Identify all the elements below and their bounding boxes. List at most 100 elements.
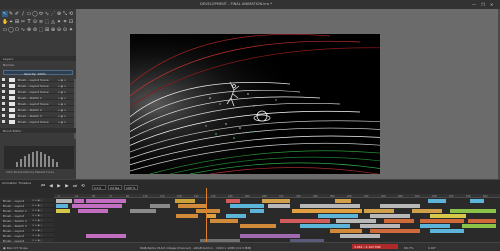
- keyframe-block[interactable]: [72, 203, 122, 208]
- keyframe-block[interactable]: [250, 208, 264, 213]
- keyframe-block[interactable]: [268, 203, 290, 208]
- visibility-icon[interactable]: [2, 90, 5, 93]
- visibility-icon[interactable]: [2, 96, 5, 99]
- keyframe-block[interactable]: [240, 223, 276, 228]
- timeline-row-icons[interactable]: ⊙ ⌂ ◉ ◇: [32, 214, 43, 217]
- visibility-icon[interactable]: [2, 120, 5, 123]
- prev-frame-icon[interactable]: ◀: [48, 184, 54, 190]
- status-zoom[interactable]: 66.7%: [404, 246, 414, 250]
- first-frame-icon[interactable]: ⏮: [40, 184, 46, 190]
- layer-row[interactable]: Brush... Layout Scene ⌂ ◉ α: [0, 77, 76, 82]
- timeline-row-icons[interactable]: ⊙ ⌂ ◉ ◇: [32, 229, 43, 232]
- keyframe-block[interactable]: [370, 213, 410, 218]
- timeline-row-icons[interactable]: ⊙ ⌂ ◉ ◇: [32, 234, 43, 237]
- layer-row[interactable]: Brush... Layout Scene ⌂ ◉ α: [0, 119, 76, 124]
- keyframe-block[interactable]: [412, 208, 442, 213]
- keyframe-block[interactable]: [175, 198, 195, 203]
- next-frame-icon[interactable]: ▶: [64, 184, 70, 190]
- layer-row[interactable]: Brush... Layout Scene ⌂ ◉ α: [0, 101, 76, 106]
- blend-mode-row[interactable]: Normal: [0, 62, 76, 67]
- keyframe-block[interactable]: [56, 198, 72, 203]
- keyframe-block[interactable]: [56, 208, 70, 213]
- timeline-row-icons[interactable]: ⊙ ⌂ ◉ ◇: [32, 224, 43, 227]
- keyframe-block[interactable]: [176, 213, 198, 218]
- last-frame-icon[interactable]: ⏭: [72, 184, 78, 190]
- timeline-row-icons[interactable]: ⊙ ⌂ ◉ ◇: [32, 199, 43, 202]
- keyframe-block[interactable]: [300, 203, 360, 208]
- layer-flags-icon[interactable]: ⌂ ◉ α: [58, 114, 66, 118]
- keyframe-block[interactable]: [384, 218, 414, 223]
- keyframe-block[interactable]: [450, 208, 496, 213]
- keyframe-block[interactable]: [462, 223, 496, 228]
- artwork-canvas[interactable]: [130, 34, 380, 174]
- keyframe-block[interactable]: [130, 208, 156, 213]
- keyframe-block[interactable]: [380, 203, 420, 208]
- keyframe-block[interactable]: [330, 228, 362, 233]
- close-button[interactable]: ✕: [490, 2, 493, 7]
- layer-row[interactable]: Brush... Layout Scene ⌂ ◉ α: [0, 89, 76, 94]
- keyframe-block[interactable]: [86, 233, 126, 238]
- keyframe-block[interactable]: [335, 198, 351, 203]
- keyframe-block[interactable]: [226, 213, 246, 218]
- layer-row[interactable]: Brush... Layout Scene ⌂ ◉ α: [0, 83, 76, 88]
- keyframe-block[interactable]: [470, 198, 484, 203]
- visibility-icon[interactable]: [2, 114, 5, 117]
- timeline-row-icons[interactable]: ⊙ ⌂ ◉ ◇: [32, 209, 43, 212]
- keyframe-block[interactable]: [420, 218, 464, 223]
- layer-flags-icon[interactable]: ⌂ ◉ α: [58, 102, 66, 106]
- keyframe-block[interactable]: [370, 228, 420, 233]
- keyframe-block[interactable]: [420, 223, 450, 228]
- keyframe-block[interactable]: [178, 203, 206, 208]
- keyframe-block[interactable]: [430, 213, 466, 218]
- keyframe-block[interactable]: [56, 203, 68, 208]
- frame-field[interactable]: 1:14: [92, 184, 106, 190]
- keyframe-block[interactable]: [300, 223, 350, 228]
- layer-flags-icon[interactable]: ⌂ ◉ α: [58, 96, 66, 100]
- keyframe-block[interactable]: [210, 218, 238, 223]
- keyframe-block[interactable]: [430, 228, 464, 233]
- keyframe-block[interactable]: [428, 198, 446, 203]
- layer-flags-icon[interactable]: ⌂ ◉ α: [58, 78, 66, 82]
- frame-ruler[interactable]: 0 24 48 72 96 120 144 168 192 216 240 264 288 312 336 3…: [54, 194, 500, 198]
- fps-field[interactable]: 24 fps: [108, 184, 122, 190]
- keyframe-block[interactable]: [230, 203, 264, 208]
- zoom-field[interactable]: 100 %: [124, 184, 138, 190]
- selected-layer-bar[interactable]: Opacity: 100%: [3, 70, 73, 76]
- minimize-button[interactable]: —: [472, 2, 476, 7]
- keyframe-block[interactable]: [206, 213, 216, 218]
- keyframe-block[interactable]: [360, 223, 400, 228]
- star-icon[interactable]: ✦: [68, 27, 74, 33]
- keyframe-block[interactable]: [468, 218, 496, 223]
- keyframe-block[interactable]: [280, 218, 330, 223]
- brush-curve-preview[interactable]: [4, 146, 74, 169]
- layer-row[interactable]: Brush... Sketch 2 ⌂ ◉ α: [0, 107, 76, 112]
- loop-icon[interactable]: ⟲: [80, 184, 86, 190]
- keyframe-block[interactable]: [74, 198, 84, 203]
- keyframe-block[interactable]: [78, 208, 108, 213]
- timeline-row-icons[interactable]: ⊙ ⌂ ◉ ◇: [32, 219, 43, 222]
- keyframe-block[interactable]: [86, 198, 126, 203]
- keyframe-block[interactable]: [364, 208, 394, 213]
- layer-flags-icon[interactable]: ⌂ ◉ α: [58, 84, 66, 88]
- keyframe-block[interactable]: [150, 203, 170, 208]
- layer-flags-icon[interactable]: ⌂ ◉ α: [58, 120, 66, 124]
- layer-flags-icon[interactable]: ⌂ ◉ α: [58, 90, 66, 94]
- keyframe-block[interactable]: [240, 233, 300, 238]
- playhead[interactable]: [206, 188, 207, 242]
- visibility-icon[interactable]: [2, 102, 5, 105]
- keyframe-block[interactable]: [340, 233, 380, 238]
- layer-row[interactable]: Brush... Sketch 1 ⌂ ◉ α: [0, 95, 76, 100]
- keyframe-block[interactable]: [336, 218, 376, 223]
- visibility-icon[interactable]: [2, 78, 5, 81]
- layer-row[interactable]: Brush... Sketch 3 ⌂ ◉ α: [0, 113, 76, 118]
- keyframe-block[interactable]: [262, 198, 290, 203]
- keyframe-block[interactable]: [196, 208, 220, 213]
- play-icon[interactable]: ▶: [56, 184, 62, 190]
- visibility-icon[interactable]: [2, 84, 5, 87]
- blend-mode-select[interactable]: Normal: [3, 63, 14, 67]
- keyframe-block[interactable]: [226, 198, 240, 203]
- keyframe-block[interactable]: [292, 208, 362, 213]
- layer-flags-icon[interactable]: ⌂ ◉ α: [58, 108, 66, 112]
- timeline-row-icons[interactable]: ⊙ ⌂ ◉ ◇: [32, 204, 43, 207]
- visibility-icon[interactable]: [2, 108, 5, 111]
